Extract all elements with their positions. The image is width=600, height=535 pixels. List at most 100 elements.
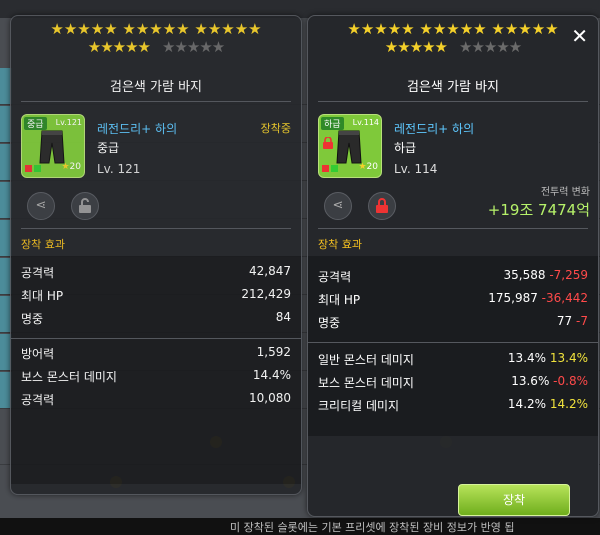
divider bbox=[318, 228, 588, 229]
lock-toggle-button[interactable] bbox=[71, 192, 99, 220]
close-button[interactable]: ✕ bbox=[571, 26, 588, 46]
stat-row: 공격력 10,080 bbox=[21, 391, 291, 411]
combat-power-label: 전투력 변화 bbox=[540, 187, 590, 198]
stars-row-1: ★★★★★ ★★★★★ ★★★★★ bbox=[50, 20, 262, 38]
stat-name: 공격력 bbox=[21, 393, 55, 407]
section-title: 장착 효과 bbox=[21, 238, 65, 251]
item-name: 검은색 가람 바지 bbox=[407, 80, 499, 95]
divider bbox=[11, 338, 301, 339]
potential-indicator bbox=[322, 165, 329, 172]
stat-value: 212,429 bbox=[241, 287, 291, 301]
stat-row: 크리티컬 데미지 14.2% 14.2% bbox=[318, 397, 588, 417]
stat-name: 명중 bbox=[318, 316, 341, 330]
equipped-status: 장착중 bbox=[260, 122, 291, 135]
divider bbox=[21, 228, 291, 229]
stat-current: 35,588 bbox=[503, 268, 546, 282]
stat-name: 방어력 bbox=[21, 347, 55, 361]
stat-value: 35,588 -7,259 bbox=[503, 268, 588, 282]
stat-delta: -36,442 bbox=[541, 291, 588, 305]
item-grade: 하급 bbox=[394, 141, 417, 155]
stat-row: 최대 HP 212,429 bbox=[21, 287, 291, 307]
stars-empty: ★★★★★ bbox=[459, 38, 522, 56]
stat-list: 공격력 42,847 최대 HP 212,429 명중 84 방어력 1,592 보스 … bbox=[11, 256, 301, 484]
star-count: ★20 bbox=[61, 162, 81, 172]
stars-filled: ★★★★★ bbox=[87, 38, 151, 56]
combat-power-change: +19조 7474억 bbox=[487, 201, 590, 219]
level-tag: Lv.121 bbox=[55, 118, 82, 127]
stat-name: 보스 몬스터 데미지 bbox=[318, 376, 414, 390]
item-level: Lv. 114 bbox=[394, 162, 438, 176]
stat-value: 175,987 -36,442 bbox=[488, 291, 588, 305]
stat-delta: -7,259 bbox=[549, 268, 588, 282]
lock-icon bbox=[376, 198, 388, 213]
item-icon: 하급 Lv.114 ★20 bbox=[318, 114, 382, 178]
divider bbox=[21, 101, 291, 102]
stat-name: 최대 HP bbox=[21, 289, 64, 303]
stat-row: 명중 84 bbox=[21, 310, 291, 330]
locked-badge-icon bbox=[323, 137, 333, 149]
stat-row: 보스 몬스터 데미지 13.6% -0.8% bbox=[318, 374, 588, 394]
stat-value: 77 -7 bbox=[557, 314, 588, 328]
starforce-stars: ★★★★★ ★★★★★ ★★★★★ ★★★★★ ★★★★★ bbox=[11, 20, 301, 56]
item-level: Lv. 121 bbox=[97, 162, 141, 176]
stat-value: 14.2% 14.2% bbox=[508, 397, 588, 411]
stat-name: 공격력 bbox=[318, 270, 352, 284]
equipped-item-tooltip: ★★★★★ ★★★★★ ★★★★★ ★★★★★ ★★★★★ 검은색 가람 바지 중… bbox=[10, 15, 302, 495]
bottom-notice: 미 장착된 슬롯에는 기본 프리셋에 장착된 장비 정보가 반영 됩 bbox=[230, 521, 515, 534]
stat-current: 14.2% bbox=[507, 397, 547, 411]
star-count-value: 20 bbox=[69, 162, 81, 172]
stat-delta: 13.4% bbox=[549, 351, 588, 365]
pants-icon bbox=[336, 130, 362, 164]
stat-value: 84 bbox=[275, 310, 291, 324]
stat-row: 방어력 1,592 bbox=[21, 345, 291, 365]
stat-current: 13.6% bbox=[511, 374, 550, 388]
stat-row: 최대 HP 175,987 -36,442 bbox=[318, 291, 588, 311]
stat-current: 175,987 bbox=[488, 291, 538, 305]
star-count-value: 20 bbox=[366, 162, 378, 172]
stars-row-1: ★★★★★ ★★★★★ ★★★★★ bbox=[347, 20, 559, 38]
stat-name: 크리티컬 데미지 bbox=[318, 399, 400, 413]
pants-icon bbox=[39, 130, 65, 164]
share-button[interactable]: ⋖ bbox=[27, 192, 55, 220]
stat-name: 최대 HP bbox=[318, 293, 361, 307]
share-icon: ⋖ bbox=[35, 198, 47, 213]
stat-name: 공격력 bbox=[21, 266, 55, 280]
stat-list: 공격력 35,588 -7,259 최대 HP 175,987 -36,442 명중… bbox=[308, 256, 598, 436]
potential-indicator bbox=[331, 165, 338, 172]
stat-value: 13.6% -0.8% bbox=[511, 374, 588, 388]
stat-value: 42,847 bbox=[249, 264, 291, 278]
unlock-icon bbox=[79, 198, 91, 213]
item-type: 레전드리+ 하의 bbox=[394, 122, 475, 136]
stars-row-2: ★★★★★ ★★★★★ bbox=[308, 38, 598, 56]
stat-name: 보스 몬스터 데미지 bbox=[21, 370, 117, 384]
share-button[interactable]: ⋖ bbox=[324, 192, 352, 220]
stat-delta: 14.2% bbox=[549, 397, 588, 411]
level-tag: Lv.114 bbox=[352, 118, 379, 127]
stat-name: 명중 bbox=[21, 312, 44, 326]
stat-row: 보스 몬스터 데미지 14.4% bbox=[21, 368, 291, 388]
section-title: 장착 효과 bbox=[318, 238, 362, 251]
stat-row: 명중 77 -7 bbox=[318, 314, 588, 334]
stat-value: 1,592 bbox=[256, 345, 291, 359]
stat-value: 10,080 bbox=[249, 391, 291, 405]
item-name: 검은색 가람 바지 bbox=[110, 80, 202, 95]
stat-row: 일반 몬스터 데미지 13.4% 13.4% bbox=[318, 351, 588, 371]
stat-row: 공격력 35,588 -7,259 bbox=[318, 268, 588, 288]
compare-item-tooltip: ★★★★★ ★★★★★ ★★★★★ ★★★★★ ★★★★★ ✕ 검은색 가람 바지… bbox=[307, 15, 599, 517]
lock-toggle-button[interactable] bbox=[368, 192, 396, 220]
potential-indicator bbox=[34, 165, 41, 172]
stars-empty: ★★★★★ bbox=[162, 38, 225, 56]
stat-name: 일반 몬스터 데미지 bbox=[318, 353, 414, 367]
stat-current: 77 bbox=[556, 314, 573, 328]
stat-current: 13.4% bbox=[507, 351, 547, 365]
divider bbox=[318, 101, 588, 102]
item-type: 레전드리+ 하의 bbox=[97, 122, 178, 136]
share-icon: ⋖ bbox=[332, 198, 344, 213]
item-grade: 중급 bbox=[97, 141, 120, 155]
stat-row: 공격력 42,847 bbox=[21, 264, 291, 284]
stat-delta: -0.8% bbox=[553, 374, 588, 388]
star-count: ★20 bbox=[358, 162, 378, 172]
divider bbox=[308, 342, 598, 343]
equip-button[interactable]: 장착 bbox=[458, 484, 570, 516]
stat-value: 14.4% bbox=[252, 368, 291, 382]
